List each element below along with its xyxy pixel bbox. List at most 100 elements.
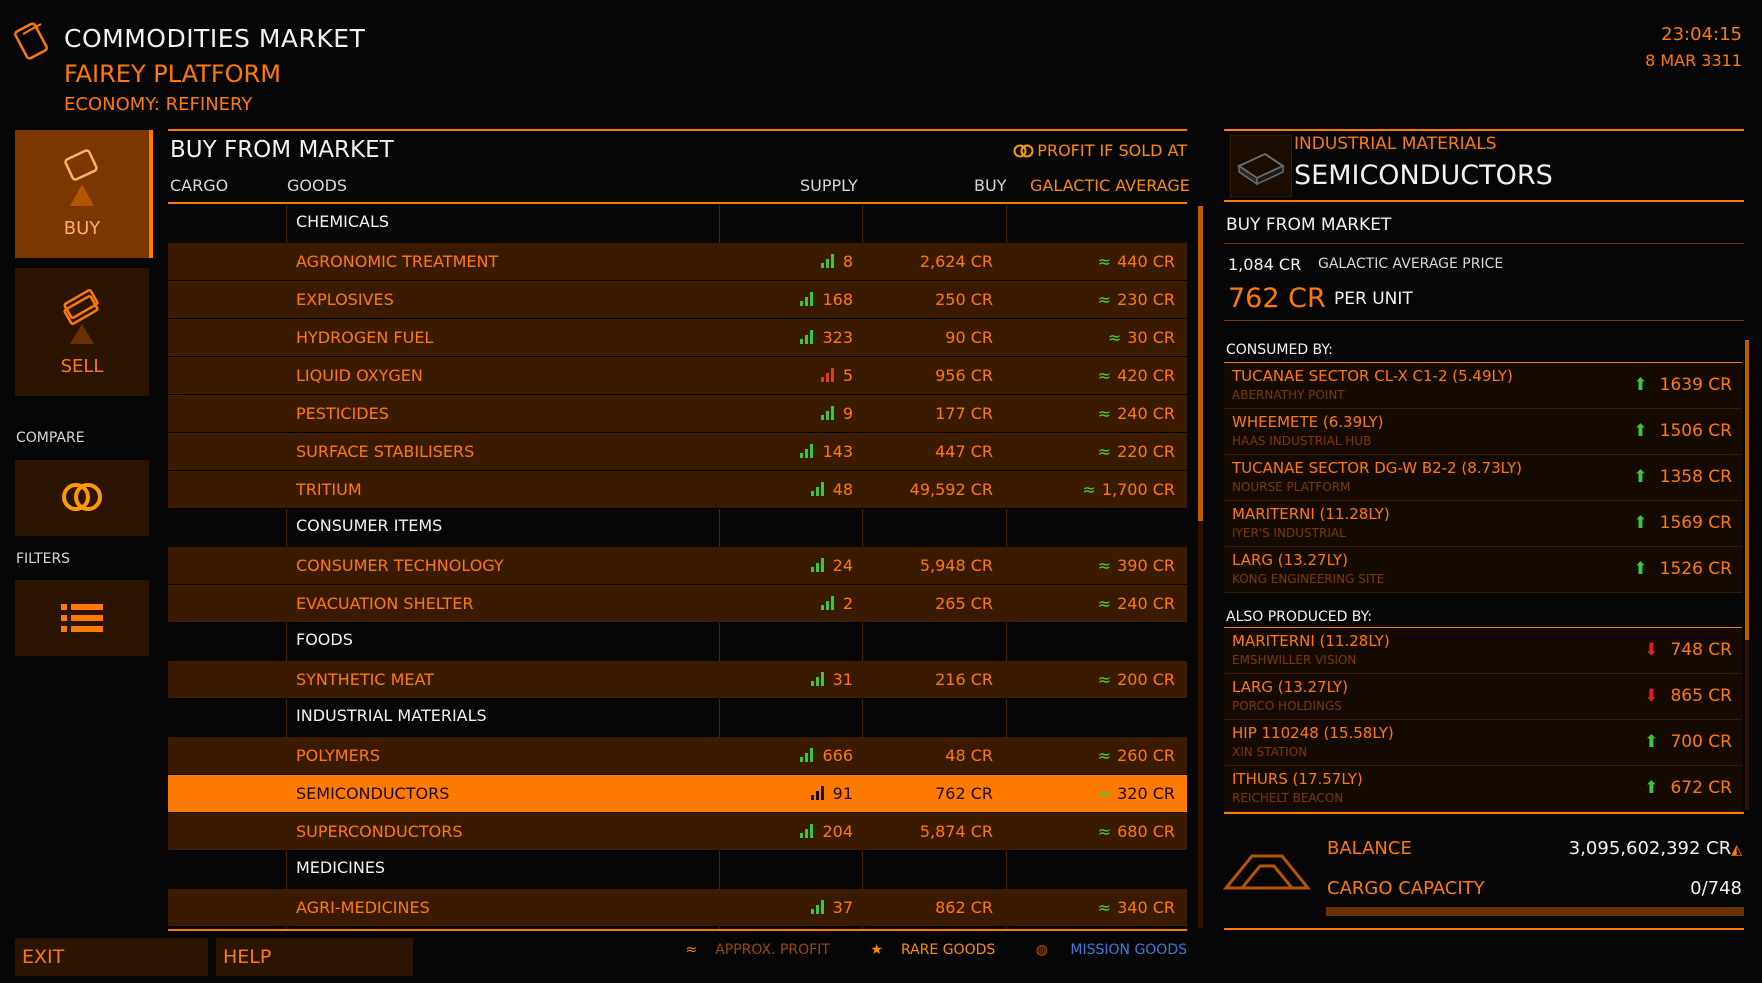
filters-label: FILTERS	[16, 551, 71, 567]
commodity-row[interactable]: HYDROGEN FUEL 323 90 CR ≈30 CR	[168, 319, 1187, 357]
compare-button[interactable]	[15, 460, 149, 536]
galactic-average-value: 440 CR	[1117, 252, 1175, 271]
galactic-average-value: 390 CR	[1117, 556, 1175, 575]
category-name: CONSUMER ITEMS	[296, 516, 443, 535]
commodity-row[interactable]: SYNTHETIC MEAT 31 216 CR ≈200 CR	[168, 661, 1187, 699]
commodity-name: PESTICIDES	[296, 404, 389, 423]
station-name: FAIREY PLATFORM	[64, 60, 281, 88]
supply-level-icon	[800, 330, 816, 344]
column-header-galactic-average[interactable]: GALACTIC AVERAGE	[1030, 176, 1190, 195]
commodity-row[interactable]: POLYMERS 666 48 CR ≈260 CR	[168, 737, 1187, 775]
filters-button[interactable]	[15, 580, 149, 656]
galactic-average-cell: ≈230 CR	[1098, 281, 1175, 318]
supply-level-icon	[810, 558, 827, 572]
station-row[interactable]: TUCANAE SECTOR CL-X C1-2 (5.49LY) ABERNAT…	[1224, 363, 1742, 409]
buy-price: 956 CR	[935, 366, 993, 385]
supply-cell: 5	[820, 357, 853, 394]
market-scrollbar-thumb[interactable]	[1198, 206, 1203, 521]
approx-icon: ≈	[685, 942, 698, 958]
approx-icon: ≈	[1097, 442, 1112, 461]
commodity-row[interactable]: PESTICIDES 9 177 CR ≈240 CR	[168, 395, 1187, 433]
profit-if-sold-at[interactable]: PROFIT IF SOLD AT	[1013, 141, 1187, 162]
station-price: ⬆ 1639 CR	[1633, 375, 1732, 395]
galactic-average-cell: ≈30 CR	[1108, 319, 1175, 356]
help-button[interactable]: HELP	[216, 938, 413, 976]
station-row[interactable]: MARITERNI (11.28LY) EMSHWILLER VISION ⬇ 748…	[1224, 628, 1742, 674]
price-up-arrow-icon: ⬆	[1644, 778, 1659, 798]
commodity-name: SUPERCONDUCTORS	[296, 822, 463, 841]
galactic-average-cell: ≈680 CR	[1098, 813, 1175, 850]
column-header-buy[interactable]: BUY	[974, 176, 1006, 195]
exit-button[interactable]: EXIT	[15, 938, 208, 976]
list-icon	[61, 604, 103, 632]
category-header-row: FOODS	[168, 623, 1187, 661]
buy-price: 49,592 CR	[909, 480, 993, 499]
station-system-name: LARG (13.27LY)	[1232, 678, 1348, 696]
station-row[interactable]: LARG (13.27LY) PORCO HOLDINGS ⬇ 865 CR	[1224, 674, 1742, 720]
station-row[interactable]: WHEEMETE (6.39LY) HAAS INDUSTRIAL HUB ⬆ 150…	[1224, 409, 1742, 455]
details-scrollbar-thumb[interactable]	[1745, 340, 1749, 640]
station-price: ⬇ 865 CR	[1644, 686, 1732, 706]
commodity-row[interactable]: LIQUID OXYGEN 5 956 CR ≈420 CR	[168, 357, 1187, 395]
commodity-row[interactable]: CONSUMER TECHNOLOGY 24 5,948 CR ≈390 CR	[168, 547, 1187, 585]
page-title: COMMODITIES MARKET	[64, 24, 366, 53]
compare-rings-small-icon	[1013, 143, 1035, 162]
galactic-average-value: 230 CR	[1117, 290, 1175, 309]
details-divider	[1224, 200, 1744, 202]
consumed-by-list[interactable]: TUCANAE SECTOR CL-X C1-2 (5.49LY) ABERNAT…	[1224, 362, 1742, 593]
galactic-average-cell: ≈200 CR	[1098, 661, 1175, 698]
commodity-row[interactable]: SUPERCONDUCTORS 204 5,874 CR ≈680 CR	[168, 813, 1187, 851]
commodity-row[interactable]: EVACUATION SHELTER 2 265 CR ≈240 CR	[168, 585, 1187, 623]
galactic-average-cell: ≈260 CR	[1098, 737, 1175, 774]
commodity-row[interactable]: AGRONOMIC TREATMENT 8 2,624 CR ≈440 CR	[168, 243, 1187, 281]
buy-price: 48 CR	[945, 746, 993, 765]
commodity-row[interactable]: SEMICONDUCTORS 91 762 CR ≈320 CR	[168, 775, 1187, 813]
station-economy: ECONOMY: REFINERY	[64, 94, 253, 115]
supply-value: 204	[822, 822, 853, 841]
supply-value: 24	[832, 556, 853, 575]
commodity-row[interactable]: SURFACE STABILISERS 143 447 CR ≈220 CR	[168, 433, 1187, 471]
station-row[interactable]: MARITERNI (11.28LY) IYER'S INDUSTRIAL ⬆ 156…	[1224, 501, 1742, 547]
station-system-name: HIP 110248 (15.58LY)	[1232, 724, 1394, 742]
supply-level-icon	[820, 596, 837, 610]
commodity-row[interactable]: TRITIUM 48 49,592 CR ≈1,700 CR	[168, 471, 1187, 509]
produced-by-list[interactable]: MARITERNI (11.28LY) EMSHWILLER VISION ⬇ 748…	[1224, 627, 1742, 812]
station-row[interactable]: LARG (13.27LY) KONG ENGINEERING SITE ⬆ 1526…	[1224, 547, 1742, 593]
column-header-cargo[interactable]: CARGO	[170, 176, 228, 195]
station-row[interactable]: ITHURS (17.57LY) REICHELT BEACON ⬆ 672 CR	[1224, 766, 1742, 812]
galactic-average-cell: ≈440 CR	[1098, 243, 1175, 280]
approx-icon: ≈	[1097, 822, 1112, 841]
approx-icon: ≈	[1097, 898, 1112, 917]
market-header-divider	[168, 202, 1187, 204]
galactic-average-value: 240 CR	[1117, 404, 1175, 423]
station-row[interactable]: TUCANAE SECTOR DG-W B2-2 (8.73LY) NOURSE …	[1224, 455, 1742, 501]
sell-tab[interactable]: SELL	[15, 268, 149, 396]
approx-icon: ≈	[1097, 594, 1112, 613]
column-header-supply[interactable]: SUPPLY	[800, 176, 858, 195]
buy-price: 177 CR	[935, 404, 993, 423]
column-header-goods[interactable]: GOODS	[287, 176, 347, 195]
station-name: HAAS INDUSTRIAL HUB	[1232, 434, 1372, 448]
category-header-row: INDUSTRIAL MATERIALS	[168, 699, 1187, 737]
approx-icon: ≈	[1082, 480, 1096, 499]
status-divider	[1224, 812, 1744, 814]
galactic-average-value: 30 CR	[1127, 328, 1175, 347]
supply-cell: 8	[820, 243, 853, 280]
galactic-average-value: 420 CR	[1117, 366, 1175, 385]
galactic-average-cell: ≈320 CR	[1098, 775, 1175, 812]
buy-tab[interactable]: BUY	[15, 130, 153, 258]
galactic-average-cell: ≈340 CR	[1098, 889, 1175, 926]
cargo-capacity-value: 0/748	[1690, 878, 1742, 899]
category-name: INDUSTRIAL MATERIALS	[296, 706, 487, 725]
commodity-crate-icon	[14, 22, 48, 60]
commodity-list[interactable]: CHEMICALS AGRONOMIC TREATMENT 8 2,624 CR ≈44…	[168, 205, 1187, 927]
galactic-average-value: 680 CR	[1117, 822, 1175, 841]
mission-icon: ◍	[1035, 942, 1048, 958]
ship-icon	[1222, 854, 1312, 890]
commodity-row[interactable]: AGRI-MEDICINES 37 862 CR ≈340 CR	[168, 889, 1187, 927]
details-commodity-name: SEMICONDUCTORS	[1294, 160, 1553, 191]
station-system-name: TUCANAE SECTOR CL-X C1-2 (5.49LY)	[1232, 367, 1513, 385]
commodity-row[interactable]: EXPLOSIVES 168 250 CR ≈230 CR	[168, 281, 1187, 319]
buy-price: 447 CR	[935, 442, 993, 461]
station-row[interactable]: HIP 110248 (15.58LY) XIN STATION ⬆ 700 CR	[1224, 720, 1742, 766]
